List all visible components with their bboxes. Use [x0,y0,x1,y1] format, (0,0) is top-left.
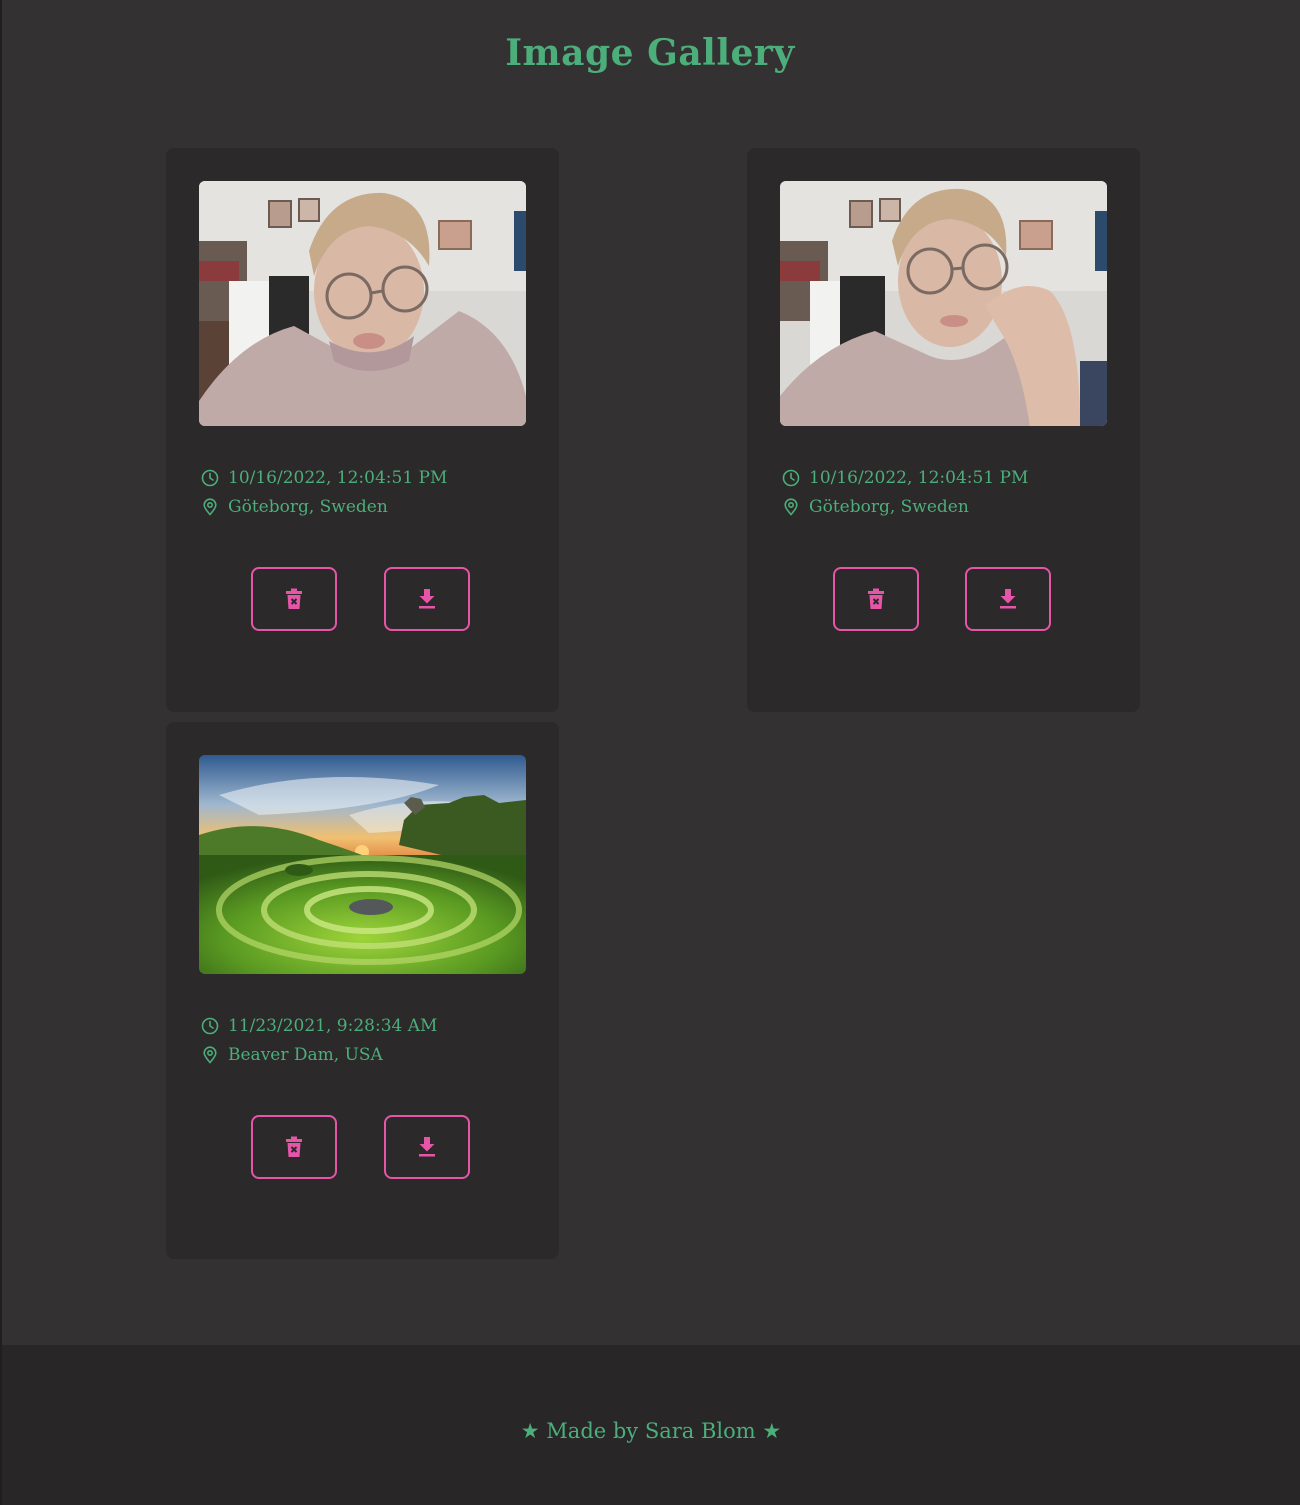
clock-icon [201,1017,219,1035]
trash-icon [868,588,884,609]
map-pin-icon [782,498,800,516]
trash-icon [286,1136,302,1157]
gallery-card: 10/16/2022, 12:04:51 PM Göteborg, Sweden [166,148,559,712]
location-row: Göteborg, Sweden [782,497,969,517]
gallery-photo [199,755,526,974]
location-text: Göteborg, Sweden [228,497,388,517]
download-button[interactable] [384,567,470,631]
download-button[interactable] [384,1115,470,1179]
clock-icon [201,469,219,487]
download-icon [419,1137,435,1157]
gallery-photo [199,181,526,426]
location-text: Göteborg, Sweden [809,497,969,517]
download-icon [419,589,435,609]
footer: ★ Made by Sara Blom ★ [2,1345,1300,1505]
footer-credit: ★ Made by Sara Blom ★ [520,1419,782,1443]
delete-button[interactable] [251,567,337,631]
timestamp-row: 10/16/2022, 12:04:51 PM [201,468,447,488]
map-pin-icon [201,1046,219,1064]
timestamp-row: 10/16/2022, 12:04:51 PM [782,468,1028,488]
window-edge [0,0,2,1505]
location-text: Beaver Dam, USA [228,1045,383,1065]
clock-icon [782,469,800,487]
timestamp-text: 10/16/2022, 12:04:51 PM [809,468,1029,488]
delete-button[interactable] [251,1115,337,1179]
gallery-card: 10/16/2022, 12:04:51 PM Göteborg, Sweden [747,148,1140,712]
trash-icon [286,588,302,609]
delete-button[interactable] [833,567,919,631]
download-button[interactable] [965,567,1051,631]
timestamp-text: 10/16/2022, 12:04:51 PM [228,468,448,488]
gallery-card: 11/23/2021, 9:28:34 AM Beaver Dam, USA [166,722,559,1259]
gallery-photo [780,181,1107,426]
timestamp-text: 11/23/2021, 9:28:34 AM [228,1016,438,1036]
download-icon [1000,589,1016,609]
timestamp-row: 11/23/2021, 9:28:34 AM [201,1016,437,1036]
page-title: Image Gallery [505,32,795,74]
location-row: Beaver Dam, USA [201,1045,383,1065]
location-row: Göteborg, Sweden [201,497,388,517]
map-pin-icon [201,498,219,516]
